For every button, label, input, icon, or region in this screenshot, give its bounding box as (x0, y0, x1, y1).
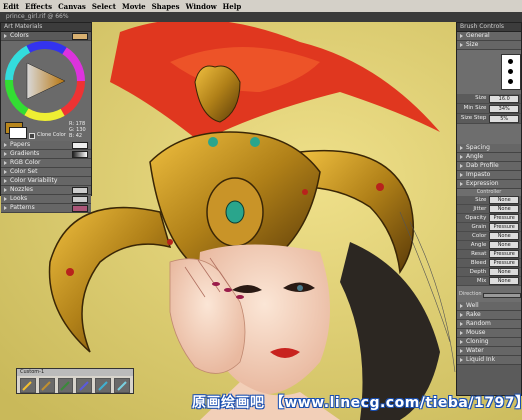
expression-section[interactable]: Expression (457, 180, 521, 189)
general-section[interactable]: General (457, 32, 521, 41)
panel-spacer (457, 124, 521, 144)
expression-dropdown[interactable]: Pressure (489, 259, 519, 267)
size-preview-area (457, 50, 521, 94)
brush-section-row[interactable]: Mouse (457, 329, 521, 338)
expression-field-row[interactable]: Jitter None (457, 205, 521, 214)
menu-canvas[interactable]: Canvas (55, 2, 89, 11)
rgb-color-row[interactable]: RGB Color (1, 159, 91, 168)
expression-dropdown[interactable]: None (489, 196, 519, 204)
expression-dropdown[interactable]: None (489, 241, 519, 249)
size-section[interactable]: Size (457, 41, 521, 50)
expression-field-row[interactable]: Size None (457, 196, 521, 205)
expression-dropdown[interactable]: Pressure (489, 223, 519, 231)
color-set-row[interactable]: Color Set (1, 168, 91, 177)
brush-section-row[interactable]: Rake (457, 311, 521, 320)
menu-movie[interactable]: Movie (119, 2, 149, 11)
blender-brush-icon[interactable] (76, 378, 93, 393)
dab-profile-section[interactable]: Dab Profile (457, 162, 521, 171)
brush-section-row[interactable]: Water (457, 347, 521, 356)
color-variability-row[interactable]: Color Variability (1, 177, 91, 186)
expression-field-row[interactable]: Opacity Pressure (457, 214, 521, 223)
eraser-brush-icon[interactable] (114, 378, 130, 393)
menu-window[interactable]: Window (183, 2, 220, 11)
color-wheel-area[interactable] (1, 41, 91, 121)
papers-row[interactable]: Papers (1, 141, 91, 150)
expression-field-row[interactable]: Bleed Pressure (457, 259, 521, 268)
controller-header: Controller (457, 189, 521, 196)
brush-section-row[interactable]: Liquid Ink (457, 356, 521, 365)
size-value[interactable]: 16.0 (489, 94, 519, 103)
clone-color-checkbox[interactable] (29, 133, 35, 139)
size-field-row[interactable]: Size 16.0 (457, 94, 521, 104)
colors-header[interactable]: Colors (1, 32, 91, 41)
watermark-text: 原画绘画吧 【www.linecg.com/tieba/1797】 (192, 395, 522, 411)
menu-effects[interactable]: Effects (22, 2, 55, 11)
expression-dropdown[interactable]: None (489, 268, 519, 276)
custom-tool-palette: Custom-1 (16, 368, 134, 394)
expression-dropdown[interactable]: None (489, 205, 519, 213)
color-swatch (72, 32, 88, 40)
secondary-color-swatch[interactable] (9, 127, 27, 139)
min-size-field-row[interactable]: Min Size 34% (457, 104, 521, 114)
art-materials-panel: Art Materials Colors Clone Color R: 178 … (0, 22, 92, 213)
airbrush-icon[interactable] (38, 378, 55, 393)
direction-label: Direction (459, 291, 482, 297)
menu-select[interactable]: Select (89, 2, 119, 11)
oil-brush-icon[interactable] (57, 378, 74, 393)
min-size-value[interactable]: 34% (489, 104, 519, 113)
impasto-section[interactable]: Impasto (457, 171, 521, 180)
dab-icon (508, 79, 513, 84)
dab-icon (508, 59, 513, 64)
expression-field-row[interactable]: Angle None (457, 241, 521, 250)
expression-field-row[interactable]: Color None (457, 232, 521, 241)
bottom-sections: Well Rake Random Mouse Cloning Water Liquid In… (457, 302, 521, 365)
expression-field-row[interactable]: Resat Pressure (457, 250, 521, 259)
patterns-row[interactable]: Patterns (1, 204, 91, 213)
expression-field-row[interactable]: Depth None (457, 268, 521, 277)
brush-controls-title: Brush Controls (457, 23, 521, 32)
angle-section[interactable]: Angle (457, 153, 521, 162)
size-step-field-row[interactable]: Size Step 5% (457, 114, 521, 124)
collapse-icon (4, 34, 7, 38)
spacing-section[interactable]: Spacing (457, 144, 521, 153)
brush-section-row[interactable]: Cloning (457, 338, 521, 347)
gradients-row[interactable]: Gradients (1, 150, 91, 159)
watercolor-brush-icon[interactable] (95, 378, 112, 393)
expression-fields: Size None Jitter None Opacity Pressure Grain Pr… (457, 196, 521, 286)
color-value-b: B: 42 (69, 133, 83, 139)
brush-section-row[interactable]: Random (457, 320, 521, 329)
menu-edit[interactable]: Edit (0, 2, 22, 11)
expression-dropdown[interactable]: Pressure (489, 250, 519, 258)
direction-row: Direction (457, 286, 521, 302)
dab-icon (508, 69, 513, 74)
expression-dropdown[interactable]: None (489, 277, 519, 285)
clone-color-label: Clone Color (37, 132, 66, 138)
expression-field-row[interactable]: Grain Pressure (457, 223, 521, 232)
art-materials-title: Art Materials (1, 23, 91, 32)
brush-controls-panel: Brush Controls General Size Size 16.0 Min… (456, 22, 522, 396)
expression-field-row[interactable]: Mix None (457, 277, 521, 286)
expression-dropdown[interactable]: Pressure (489, 214, 519, 222)
pencil-brush-icon[interactable] (20, 378, 36, 393)
menu-help[interactable]: Help (220, 2, 245, 11)
brush-size-preview (501, 54, 521, 90)
brush-section-row[interactable]: Well (457, 302, 521, 311)
nozzles-row[interactable]: Nozzles (1, 186, 91, 195)
color-wheel-icon[interactable] (5, 41, 85, 121)
expression-dropdown[interactable]: None (489, 232, 519, 240)
document-title: prince_girl.rif @ 66% (0, 12, 522, 22)
color-values-row: Clone Color R: 178 G: 130 B: 42 (1, 121, 91, 141)
looks-row[interactable]: Looks (1, 195, 91, 204)
custom-palette-title: Custom-1 (17, 369, 133, 376)
size-step-value[interactable]: 5% (489, 114, 519, 123)
menu-shapes[interactable]: Shapes (149, 2, 183, 11)
direction-slider[interactable] (483, 293, 521, 298)
